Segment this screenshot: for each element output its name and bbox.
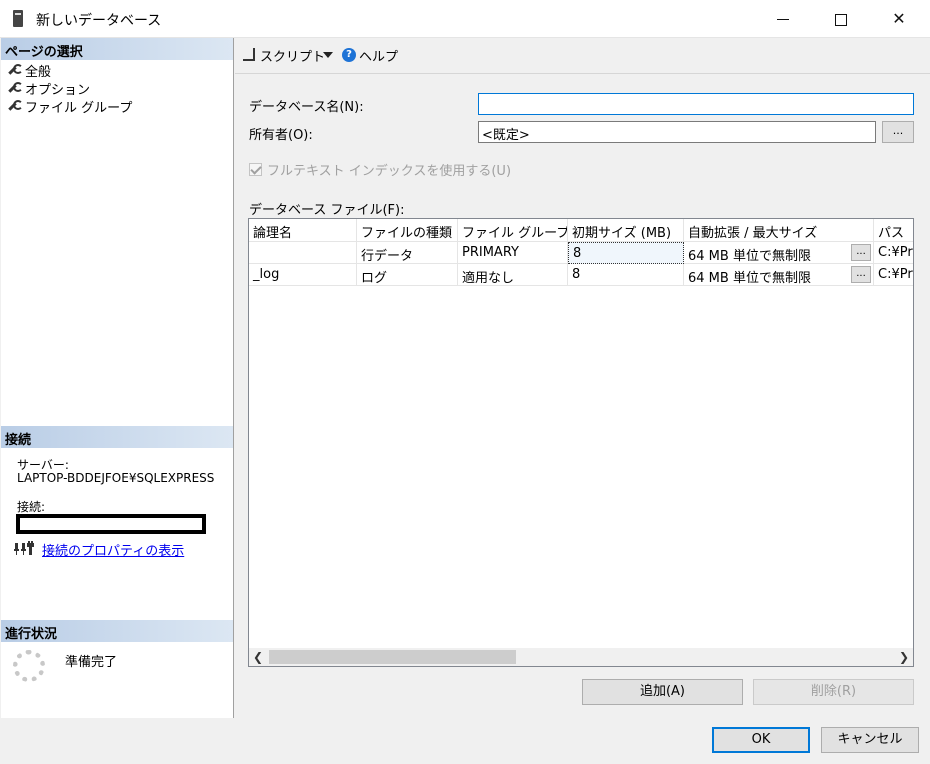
- column-header[interactable]: ファイルの種類: [357, 219, 458, 242]
- table-row[interactable]: _log ログ 適用なし 8 64 MB 単位で無制限 ... C:¥Pr: [249, 264, 913, 286]
- database-name-input[interactable]: [478, 93, 914, 115]
- progress-header: 進行状況: [1, 620, 233, 642]
- fulltext-option: フルテキスト インデックスを使用する(U): [249, 160, 511, 179]
- nav-item-filegroups[interactable]: ファイル グループ: [7, 97, 133, 116]
- ok-button[interactable]: OK: [712, 727, 810, 753]
- autogrowth-cell[interactable]: 64 MB 単位で無制限 ...: [684, 242, 874, 264]
- progress-spinner-icon: [13, 650, 45, 682]
- autogrowth-browse-button[interactable]: ...: [851, 244, 871, 261]
- server-value: LAPTOP-BDDEJFOE¥SQLEXPRESS: [17, 471, 215, 485]
- horizontal-scrollbar[interactable]: ❮ ❯: [249, 648, 913, 666]
- minimize-button[interactable]: [754, 0, 812, 38]
- owner-input[interactable]: <既定>: [478, 121, 876, 143]
- autogrowth-cell[interactable]: 64 MB 単位で無制限 ...: [684, 264, 874, 286]
- nav-item-label: オプション: [25, 82, 91, 98]
- fulltext-label: フルテキスト インデックスを使用する(U): [267, 164, 512, 179]
- column-header[interactable]: 論理名: [249, 219, 357, 242]
- connection-properties-icon: [14, 541, 34, 555]
- filegroup-cell[interactable]: 適用なし: [458, 264, 568, 286]
- nav-item-options[interactable]: オプション: [7, 79, 91, 98]
- toolbar: スクリプト ? ヘルプ: [235, 38, 930, 74]
- script-icon: [243, 48, 255, 61]
- wrench-icon: [7, 81, 23, 95]
- autogrowth-value: 64 MB 単位で無制限: [688, 271, 811, 286]
- fulltext-checkbox[interactable]: [249, 163, 262, 176]
- owner-browse-button[interactable]: ...: [882, 121, 914, 143]
- autogrowth-browse-button[interactable]: ...: [851, 266, 871, 283]
- script-button[interactable]: スクリプト: [260, 46, 325, 65]
- database-name-label: データベース名(N):: [249, 100, 364, 115]
- path-cell[interactable]: C:¥Pr: [874, 242, 913, 264]
- help-button[interactable]: ヘルプ: [359, 46, 398, 65]
- help-icon[interactable]: ?: [342, 48, 356, 62]
- nav-item-label: ファイル グループ: [25, 100, 133, 116]
- nav-item-label: 全般: [25, 60, 52, 80]
- connection-label: 接続:: [17, 500, 46, 514]
- connection-value-redacted: [16, 514, 206, 534]
- file-type-cell[interactable]: 行データ: [357, 242, 458, 264]
- maximize-button[interactable]: [812, 0, 870, 38]
- column-header[interactable]: 初期サイズ (MB): [568, 219, 684, 242]
- page-select-header: ページの選択: [1, 38, 233, 60]
- logical-name-cell[interactable]: [249, 242, 357, 264]
- file-type-cell[interactable]: ログ: [357, 264, 458, 286]
- table-row[interactable]: 行データ PRIMARY 8 64 MB 単位で無制限 ... C:¥Pr: [249, 242, 913, 264]
- title-bar: 新しいデータベース ✕: [0, 0, 930, 38]
- column-header[interactable]: ファイル グループ: [458, 219, 568, 242]
- database-files-grid[interactable]: 論理名 ファイルの種類 ファイル グループ 初期サイズ (MB) 自動拡張 / …: [248, 218, 914, 667]
- connection-header: 接続: [1, 426, 233, 448]
- delete-button[interactable]: 削除(R): [753, 679, 914, 705]
- maximize-icon: [835, 13, 847, 26]
- initial-size-cell[interactable]: 8: [568, 242, 684, 264]
- window-title: 新しいデータベース: [36, 13, 162, 29]
- nav-item-general[interactable]: 全般: [7, 60, 52, 80]
- add-button[interactable]: 追加(A): [582, 679, 743, 705]
- scroll-right-icon[interactable]: ❯: [895, 648, 913, 666]
- close-button[interactable]: ✕: [870, 0, 928, 38]
- wrench-icon: [7, 63, 23, 77]
- database-files-label: データベース ファイル(F):: [249, 203, 405, 218]
- minimize-icon: [777, 19, 789, 20]
- logical-name-cell[interactable]: _log: [249, 264, 357, 286]
- owner-label: 所有者(O):: [249, 128, 313, 143]
- autogrowth-value: 64 MB 単位で無制限: [688, 249, 811, 264]
- grid-header: 論理名 ファイルの種類 ファイル グループ 初期サイズ (MB) 自動拡張 / …: [249, 219, 913, 242]
- column-header[interactable]: パス: [874, 219, 913, 242]
- wrench-icon: [7, 99, 23, 113]
- scroll-thumb[interactable]: [269, 650, 516, 664]
- column-header[interactable]: 自動拡張 / 最大サイズ: [684, 219, 874, 242]
- app-icon: [13, 10, 23, 27]
- left-panel: ページの選択 全般 オプション ファイル グループ 接続 サーバー: LAPTO…: [1, 38, 234, 718]
- filegroup-cell[interactable]: PRIMARY: [458, 242, 568, 264]
- initial-size-cell[interactable]: 8: [568, 264, 684, 286]
- connection-properties-link[interactable]: 接続のプロパティの表示: [42, 540, 184, 559]
- scroll-left-icon[interactable]: ❮: [249, 648, 267, 666]
- path-cell[interactable]: C:¥Pr: [874, 264, 913, 286]
- progress-status: 準備完了: [65, 655, 118, 670]
- script-dropdown-arrow-icon[interactable]: [323, 52, 333, 58]
- cancel-button[interactable]: キャンセル: [821, 727, 919, 753]
